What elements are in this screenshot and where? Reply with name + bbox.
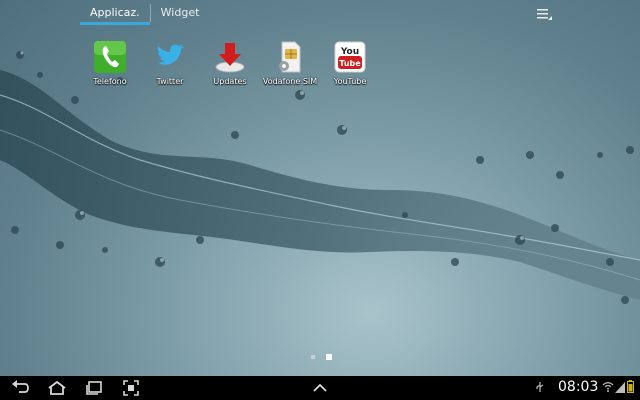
- system-navigation-bar: 08:03: [0, 376, 640, 400]
- app-youtube[interactable]: You Tube YouTube: [315, 40, 385, 86]
- clock: 08:03: [558, 379, 599, 395]
- youtube-icon: You Tube: [334, 41, 366, 73]
- page-dot[interactable]: [311, 355, 315, 359]
- screenshot-icon[interactable]: [122, 379, 140, 397]
- svg-text:You: You: [340, 47, 359, 57]
- chevron-up-icon[interactable]: [311, 379, 329, 397]
- download-arrow-icon: [215, 43, 245, 73]
- recent-apps-icon[interactable]: [84, 379, 104, 397]
- usb-icon: [536, 382, 544, 392]
- app-grid: Telefono Twitter Updates Vodafone SIM Yo…: [0, 40, 640, 100]
- menu-icon[interactable]: [535, 6, 553, 22]
- app-drawer-tabs: Applicaz. Widget: [80, 0, 209, 27]
- signal-icon: [615, 382, 625, 393]
- svg-text:Tube: Tube: [339, 59, 361, 68]
- tab-applications[interactable]: Applicaz.: [80, 0, 150, 25]
- back-icon[interactable]: [10, 379, 32, 397]
- home-icon[interactable]: [46, 379, 68, 397]
- app-label: YouTube: [333, 77, 367, 86]
- sim-card-icon: [279, 41, 301, 73]
- page-indicator: [311, 354, 332, 360]
- page-dot-current[interactable]: [326, 354, 332, 360]
- tab-widget[interactable]: Widget: [151, 0, 210, 25]
- battery-icon: [627, 380, 634, 393]
- wifi-icon: [602, 382, 614, 392]
- phone-icon: [94, 41, 126, 73]
- twitter-bird-icon: [157, 44, 184, 65]
